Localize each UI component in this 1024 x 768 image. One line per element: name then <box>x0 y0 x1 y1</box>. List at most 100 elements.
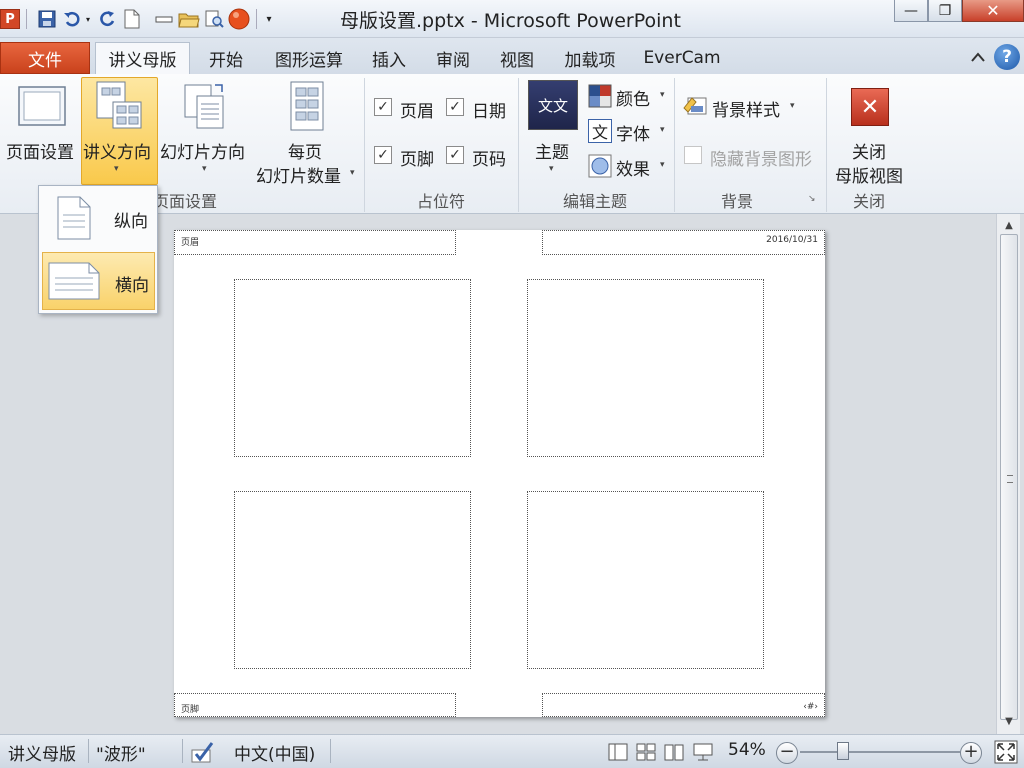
help-icon[interactable]: ? <box>994 44 1020 70</box>
redo-icon[interactable] <box>96 8 118 30</box>
colors-label: 颜色 <box>616 90 650 110</box>
slide-placeholder-2[interactable] <box>527 279 764 457</box>
tab-file[interactable]: 文件 <box>0 42 90 74</box>
effects-caret: ▾ <box>660 160 665 170</box>
minimize-ribbon-icon[interactable] <box>153 8 175 30</box>
theme-caret: ▾ <box>549 164 554 174</box>
collapse-ribbon-icon[interactable] <box>970 50 986 64</box>
status-separator <box>88 739 89 763</box>
scroll-thumb[interactable] <box>1000 234 1018 720</box>
theme-button[interactable]: 文文 主题 ▾ <box>526 78 582 182</box>
vertical-scrollbar[interactable]: ▲ ▼ <box>996 214 1020 734</box>
colors-button[interactable]: 颜色 ▾ <box>586 82 670 110</box>
tab-shape-operations[interactable]: 图形运算 <box>264 42 354 74</box>
normal-view-icon[interactable] <box>608 743 628 761</box>
save-icon[interactable] <box>36 8 58 30</box>
background-dialog-launcher-icon[interactable]: ↘ <box>808 194 816 204</box>
close-master-icon: ✕ <box>851 88 889 126</box>
slides-per-page-caret: ▾ <box>350 168 355 178</box>
slides-per-page-icon <box>290 81 324 131</box>
slide-placeholder-3[interactable] <box>234 491 471 669</box>
status-language[interactable]: 中文(中国) <box>234 740 315 765</box>
print-preview-icon[interactable] <box>203 8 225 30</box>
customize-qat-icon[interactable]: ▾ <box>263 8 275 30</box>
theme-thumbnail-icon: 文文 <box>528 80 578 130</box>
scroll-down-icon[interactable]: ▼ <box>999 714 1019 728</box>
status-separator <box>330 739 331 763</box>
date-checkbox[interactable]: ✓ <box>446 98 464 116</box>
zoom-level[interactable]: 54% <box>728 740 766 760</box>
tab-insert[interactable]: 插入 <box>362 42 416 74</box>
handout-orientation-icon <box>96 81 142 129</box>
footer-checkbox[interactable]: ✓ <box>374 146 392 164</box>
date-placeholder[interactable]: 2016/10/31 <box>542 230 825 255</box>
reading-view-icon[interactable] <box>664 743 684 761</box>
spell-check-icon[interactable] <box>190 740 218 764</box>
undo-icon[interactable] <box>61 8 83 30</box>
fonts-button[interactable]: 文 字体 ▾ <box>586 117 670 145</box>
landscape-page-icon <box>48 262 100 300</box>
header-checkbox[interactable]: ✓ <box>374 98 392 116</box>
page-number-checkbox[interactable]: ✓ <box>446 146 464 164</box>
hide-background-graphics-checkbox[interactable] <box>684 146 702 164</box>
tab-addins[interactable]: 加载项 <box>554 42 626 74</box>
close-window-button[interactable]: ✕ <box>962 0 1024 22</box>
background-styles-icon <box>683 97 707 115</box>
edit-theme-group-label: 编辑主题 <box>562 192 627 211</box>
close-master-view-button[interactable]: ✕ 关闭 母版视图 <box>832 78 910 187</box>
footer-placeholder[interactable]: 页脚 <box>174 693 456 717</box>
fit-to-window-icon[interactable] <box>994 740 1018 764</box>
page-number-placeholder[interactable]: ‹#› <box>542 693 825 717</box>
page-number-placeholder-text: ‹#› <box>803 702 818 712</box>
zoom-in-button[interactable]: + <box>960 742 982 764</box>
handout-page: 页眉 2016/10/31 页脚 ‹#› <box>174 230 825 717</box>
slideshow-view-icon[interactable] <box>692 742 714 762</box>
header-placeholder[interactable]: 页眉 <box>174 230 456 255</box>
landscape-option[interactable]: 横向 <box>42 252 155 310</box>
header-placeholder-text: 页眉 <box>181 238 200 248</box>
group-separator <box>674 78 675 212</box>
close-master-label-line1: 关闭 <box>852 143 886 163</box>
help-area: ? <box>970 44 1020 70</box>
tab-evercam[interactable]: EverCam <box>636 42 728 74</box>
page-setup-label: 页面设置 <box>6 143 74 163</box>
slide-sorter-view-icon[interactable] <box>636 743 656 761</box>
undo-dropdown-icon[interactable]: ▾ <box>83 8 93 30</box>
slide-orientation-button[interactable]: 幻灯片方向 ▾ <box>160 78 252 178</box>
slide-placeholder-1[interactable] <box>234 279 471 457</box>
maximize-button[interactable]: ❐ <box>928 0 962 22</box>
slide-orientation-icon <box>184 84 224 129</box>
page-setup-icon <box>18 86 66 126</box>
tab-handout-master[interactable]: 讲义母版 <box>95 42 190 74</box>
scroll-up-icon[interactable]: ▲ <box>999 218 1019 232</box>
zoom-slider-thumb[interactable] <box>837 742 849 760</box>
portrait-option[interactable]: 纵向 <box>42 189 155 247</box>
tab-home[interactable]: 开始 <box>198 42 254 74</box>
open-folder-icon[interactable] <box>178 8 200 30</box>
background-styles-label: 背景样式 <box>712 101 780 121</box>
slide-orientation-caret: ▾ <box>202 164 207 174</box>
title-bar: P ▾ ▾ 母版设置.pptx - Microsoft PowerPoint —… <box>0 0 1024 38</box>
zoom-out-button[interactable]: − <box>776 742 798 764</box>
status-bar: 讲义母版 "波形" 中文(中国) 54% − + <box>0 734 1024 768</box>
slide-orientation-label: 幻灯片方向 <box>160 143 245 163</box>
handout-orientation-caret: ▾ <box>114 164 119 174</box>
zoom-slider-track[interactable] <box>800 751 960 753</box>
close-group-label: 关闭 <box>852 192 885 211</box>
slides-per-page-button[interactable]: 每页 幻灯片数量 ▾ <box>254 78 362 187</box>
minimize-button[interactable]: — <box>894 0 928 22</box>
colors-caret: ▾ <box>660 90 665 100</box>
scroll-grip-icon <box>1007 475 1013 483</box>
tab-review[interactable]: 审阅 <box>426 42 480 74</box>
background-styles-button[interactable]: 背景样式 ▾ <box>680 92 810 122</box>
slide-placeholder-4[interactable] <box>527 491 764 669</box>
powerpoint-app-icon[interactable]: P <box>0 9 20 29</box>
group-separator <box>364 78 365 212</box>
fonts-label: 字体 <box>616 125 650 145</box>
effects-button[interactable]: 效果 ▾ <box>586 152 670 180</box>
orange-circle-icon[interactable] <box>228 8 250 30</box>
tab-view[interactable]: 视图 <box>490 42 544 74</box>
handout-orientation-button[interactable]: 讲义方向 ▾ <box>81 78 158 184</box>
new-document-icon[interactable] <box>121 8 143 30</box>
page-setup-button[interactable]: 页面设置 <box>2 78 80 178</box>
